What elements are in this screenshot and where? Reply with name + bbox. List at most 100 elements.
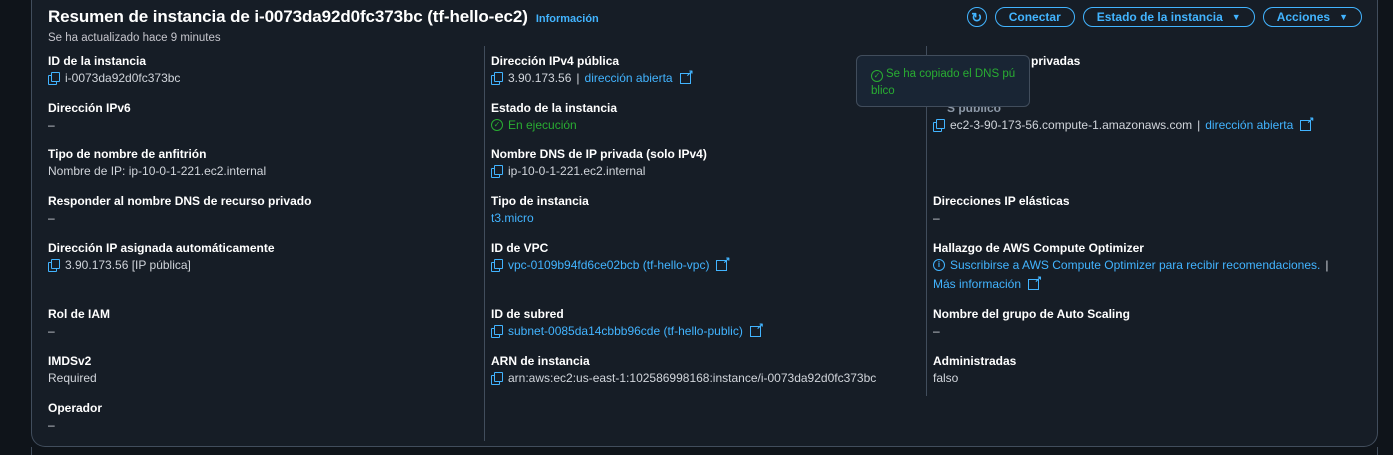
- copy-icon[interactable]: [491, 164, 503, 178]
- field-label: Hallazgo de AWS Compute Optimizer: [933, 241, 1144, 255]
- copy-icon[interactable]: [491, 371, 503, 385]
- instance-state-value: En ejecución: [508, 118, 577, 132]
- check-circle-icon: ✓: [491, 119, 503, 131]
- field-private-ips: privadas: [1031, 54, 1080, 68]
- connect-button-label: Conectar: [1008, 10, 1061, 24]
- copy-icon[interactable]: [491, 71, 503, 85]
- last-updated-text: Se ha actualizado hace 9 minutes: [48, 32, 221, 44]
- instance-summary-panel: Resumen de instancia de i-0073da92d0fc37…: [31, 0, 1378, 447]
- field-label: Direcciones IP elásticas: [933, 194, 1070, 208]
- refresh-icon: ↻: [971, 9, 983, 25]
- copied-tooltip: ✓ Se ha copiado el DNS pú blico: [856, 55, 1030, 107]
- field-public-ipv4: Dirección IPv4 pública 3.90.173.56 | direc…: [491, 54, 694, 85]
- separator: |: [1325, 258, 1329, 272]
- field-compute-optimizer: Hallazgo de AWS Compute Optimizer i Suscr…: [933, 241, 1329, 291]
- field-label: IMDSv2: [48, 354, 92, 368]
- field-label: Operador: [48, 401, 103, 415]
- instance-id-value: i-0073da92d0fc373bc: [65, 71, 181, 85]
- tooltip-line-2: blico: [871, 85, 895, 97]
- field-label: Tipo de nombre de anfitrión: [48, 147, 207, 161]
- field-label: Dirección IP asignada automáticamente: [48, 241, 275, 255]
- field-label: Nombre DNS de IP privada (solo IPv4): [491, 147, 707, 161]
- field-operator: Operador –: [48, 401, 102, 432]
- separator: |: [1197, 118, 1201, 132]
- field-label: Nombre del grupo de Auto Scaling: [933, 307, 1130, 321]
- field-auto-scaling-group: Nombre del grupo de Auto Scaling –: [933, 307, 1130, 338]
- field-resource-dns: Responder al nombre DNS de recurso priva…: [48, 194, 311, 225]
- field-managed: Administradas falso: [933, 354, 1016, 385]
- copy-icon[interactable]: [933, 118, 945, 132]
- field-hostname-type: Tipo de nombre de anfitrión Nombre de IP…: [48, 147, 266, 178]
- info-link[interactable]: Información: [536, 13, 599, 25]
- field-label: Rol de IAM: [48, 307, 110, 321]
- refresh-button[interactable]: ↻: [966, 7, 987, 27]
- field-label: Dirección IPv6: [48, 101, 131, 115]
- external-link-icon: [749, 321, 764, 337]
- more-info-link[interactable]: Más información: [933, 277, 1021, 291]
- copy-icon[interactable]: [48, 258, 60, 272]
- auto-ip-value: 3.90.173.56 [IP pública]: [65, 258, 191, 272]
- field-label: Tipo de instancia: [491, 194, 589, 208]
- field-imdsv2: IMDSv2 Required: [48, 354, 97, 385]
- tooltip-line-1: Se ha copiado el DNS pú: [886, 68, 1016, 80]
- operator-value: –: [48, 418, 55, 432]
- instance-state-dropdown[interactable]: Estado de la instancia ▼: [1082, 7, 1255, 27]
- field-label: ARN de instancia: [491, 354, 590, 368]
- field-instance-arn: ARN de instancia arn:aws:ec2:us-east-1:1…: [491, 354, 876, 385]
- field-label: Responder al nombre DNS de recurso priva…: [48, 194, 312, 208]
- field-instance-type: Tipo de instancia t3.micro: [491, 194, 589, 225]
- field-instance-id: ID de la instancia i-0073da92d0fc373bc: [48, 54, 180, 85]
- copy-icon[interactable]: [48, 71, 60, 85]
- field-vpc-id: ID de VPC vpc-0109b94fd6ce02bcb (tf-hell…: [491, 241, 730, 272]
- copy-icon[interactable]: [491, 258, 503, 272]
- asg-value: –: [933, 324, 940, 338]
- actions-label: Acciones: [1276, 10, 1331, 24]
- field-elastic-ips: Direcciones IP elásticas –: [933, 194, 1070, 225]
- instance-arn-value: arn:aws:ec2:us-east-1:102586998168:insta…: [508, 371, 877, 385]
- field-ipv6: Dirección IPv6 –: [48, 101, 131, 132]
- subnet-link[interactable]: subnet-0085da14cbbb96cde (tf-hello-publi…: [508, 324, 743, 338]
- header-title-row: Resumen de instancia de i-0073da92d0fc37…: [48, 7, 599, 27]
- hostname-type-value: Nombre de IP: ip-10-0-1-221.ec2.internal: [48, 164, 267, 178]
- actions-dropdown[interactable]: Acciones ▼: [1262, 7, 1362, 27]
- elastic-ip-value: –: [933, 211, 940, 225]
- iam-role-value: –: [48, 324, 55, 338]
- resource-dns-value: –: [48, 211, 55, 225]
- private-dns-value: ip-10-0-1-221.ec2.internal: [508, 164, 646, 178]
- connect-button[interactable]: Conectar: [994, 7, 1075, 27]
- caret-down-icon: ▼: [1339, 12, 1348, 22]
- info-icon: i: [933, 259, 945, 271]
- field-label: Dirección IPv4 pública: [491, 54, 620, 68]
- page-title: Resumen de instancia de i-0073da92d0fc37…: [48, 7, 528, 26]
- field-label: ID de la instancia: [48, 54, 147, 68]
- field-label: Estado de la instancia: [491, 101, 618, 115]
- copy-icon[interactable]: [491, 324, 503, 338]
- public-dns-value: ec2-3-90-173-56.compute-1.amazonaws.com: [950, 118, 1193, 132]
- field-subnet-id: ID de subred subnet-0085da14cbbb96cde (t…: [491, 307, 764, 338]
- external-link-icon: [1028, 274, 1042, 290]
- check-circle-icon: ✓: [871, 70, 883, 82]
- caret-down-icon: ▼: [1231, 12, 1241, 22]
- open-address-link[interactable]: dirección abierta: [585, 71, 673, 85]
- managed-value: falso: [933, 371, 959, 385]
- field-iam-role: Rol de IAM –: [48, 307, 110, 338]
- field-label: privadas: [1031, 54, 1081, 68]
- separator: |: [576, 71, 580, 85]
- external-link-icon: [679, 68, 694, 84]
- public-ipv4-value: 3.90.173.56: [508, 71, 572, 85]
- imdsv2-value: Required: [48, 371, 97, 385]
- column-divider: [484, 46, 485, 441]
- external-link-icon: [1300, 115, 1314, 131]
- external-link-icon: [716, 255, 730, 271]
- instance-state-label: Estado de la instancia: [1096, 10, 1223, 24]
- panel-footer-strip: [31, 447, 1378, 455]
- field-label: Administradas: [933, 354, 1017, 368]
- field-auto-ip: Dirección IP asignada automáticamente 3.…: [48, 241, 275, 272]
- open-address-link[interactable]: dirección abierta: [1205, 118, 1293, 132]
- field-label: ID de subred: [491, 307, 564, 321]
- instance-type-link[interactable]: t3.micro: [491, 211, 534, 225]
- field-label: ID de VPC: [491, 241, 549, 255]
- field-private-dns: Nombre DNS de IP privada (solo IPv4) ip-…: [491, 147, 707, 178]
- vpc-link[interactable]: vpc-0109b94fd6ce02bcb (tf-hello-vpc): [508, 258, 709, 272]
- optimizer-subscribe-link[interactable]: Suscribirse a AWS Compute Optimizer para…: [950, 258, 1320, 272]
